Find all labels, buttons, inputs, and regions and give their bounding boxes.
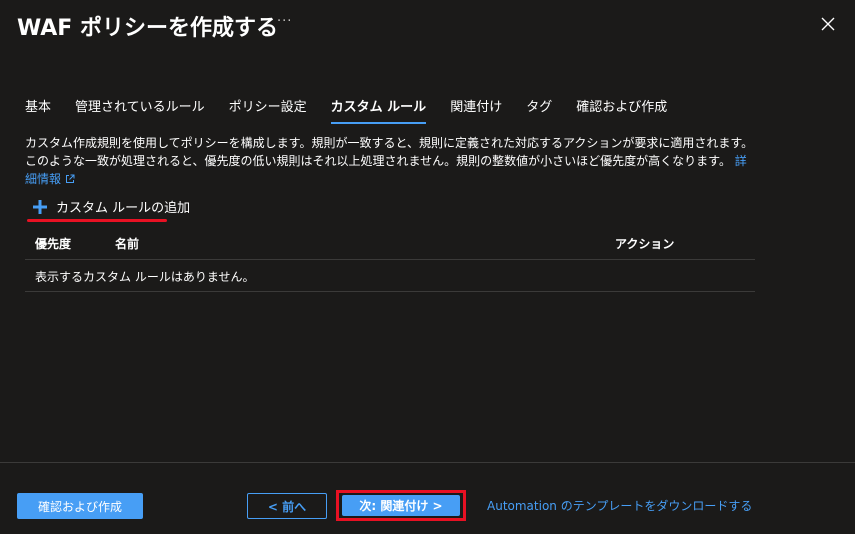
- highlight-underline: [27, 219, 167, 222]
- add-custom-rule-button[interactable]: カスタム ルールの追加: [32, 197, 190, 216]
- empty-message: 表示するカスタム ルールはありません。: [35, 270, 255, 284]
- column-header-name[interactable]: 名前: [115, 235, 139, 252]
- tab-association[interactable]: 関連付け: [450, 96, 502, 124]
- custom-rules-table: 優先度 名前 アクション 表示するカスタム ルールはありません。: [25, 228, 755, 292]
- review-create-button[interactable]: 確認および作成: [17, 493, 143, 519]
- tab-managed-rules[interactable]: 管理されているルール: [75, 96, 205, 124]
- plus-icon: [32, 199, 48, 215]
- external-link-icon: [65, 171, 75, 189]
- tab-bar: 基本 管理されているルール ポリシー設定 カスタム ルール 関連付け タグ 確認…: [25, 96, 691, 124]
- tab-tags[interactable]: タグ: [526, 96, 552, 124]
- table-row: 表示するカスタム ルールはありません。: [25, 260, 755, 292]
- column-header-priority[interactable]: 優先度: [35, 235, 71, 252]
- footer: 確認および作成 < 前へ 次: 関連付け > Automation のテンプレー…: [0, 462, 855, 534]
- description-text: カスタム作成規則を使用してポリシーを構成します。規則が一致すると、規則に定義され…: [25, 136, 754, 168]
- table-header: 優先度 名前 アクション: [25, 228, 755, 260]
- previous-button[interactable]: < 前へ: [247, 493, 327, 519]
- download-automation-template-link[interactable]: Automation のテンプレートをダウンロードする: [487, 497, 752, 514]
- column-header-action[interactable]: アクション: [615, 235, 674, 252]
- next-button-highlight: 次: 関連付け >: [336, 490, 466, 521]
- add-custom-rule-label: カスタム ルールの追加: [56, 201, 191, 216]
- tab-review-create[interactable]: 確認および作成: [576, 96, 667, 124]
- tab-policy-settings[interactable]: ポリシー設定: [229, 96, 307, 124]
- tab-custom-rules[interactable]: カスタム ルール: [330, 96, 426, 124]
- page-title: WAF ポリシーを作成する: [17, 16, 278, 41]
- more-options-icon[interactable]: ···: [277, 14, 292, 29]
- next-association-button[interactable]: 次: 関連付け >: [342, 495, 460, 516]
- close-icon[interactable]: [818, 14, 838, 34]
- tab-basics[interactable]: 基本: [25, 96, 51, 124]
- waf-policy-create-panel: WAF ポリシーを作成する ··· 基本 管理されているルール ポリシー設定 カ…: [0, 0, 855, 534]
- description: カスタム作成規則を使用してポリシーを構成します。規則が一致すると、規則に定義され…: [25, 134, 755, 189]
